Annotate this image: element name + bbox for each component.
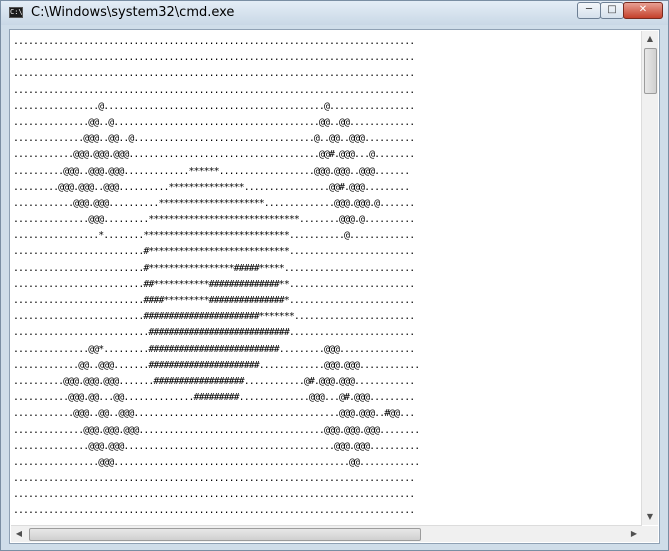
console-line: ..........@@@..@@@.@@@.............*****… [13,165,410,177]
scroll-down-icon[interactable]: ▼ [642,509,658,525]
console-line: .................*........**************… [13,230,415,242]
vertical-scrollbar[interactable]: ▲ ▼ [641,31,658,525]
close-icon: ✕ [638,4,648,15]
console-line: .........@@@.@@@..@@@..........*********… [13,181,410,193]
console-line: ..........................####*********#… [13,295,415,306]
scroll-right-icon[interactable]: ▶ [626,526,642,542]
vertical-scroll-thumb[interactable] [644,48,657,94]
console-line: ..........@@@.@@@.@@@.......############… [13,375,415,387]
console-line: ............@@@..@@..@@@................… [13,408,415,420]
console-line: ...............@@@.@@@..................… [13,440,420,452]
console-line: ..........................#*************… [13,262,415,274]
console-line: ............@@@.@@@.@@@.................… [13,149,415,161]
console-line: ........................................… [13,52,415,64]
horizontal-scrollbar[interactable]: ◀ ▶ [11,525,642,542]
scroll-left-icon[interactable]: ◀ [11,526,27,542]
minimize-button[interactable]: ─ [577,2,601,19]
console-line: ..........................##***********#… [13,278,415,290]
console-window: C:\ C:\Windows\system32\cmd.exe ─ □ ✕ ..… [0,0,669,551]
console-app-icon[interactable]: C:\ [9,7,23,18]
console-line: ..............@@@..@@..@................… [13,133,415,145]
window-title: C:\Windows\system32\cmd.exe [31,5,235,20]
console-line: .............@@..@@@.......#############… [13,359,420,371]
console-line: ........................................… [13,489,415,501]
console-line: ..........................#*************… [13,246,415,258]
console-line: ..........................##############… [13,311,415,323]
title-bar[interactable]: C:\ C:\Windows\system32\cmd.exe ─ □ ✕ [1,1,668,25]
minimize-icon: ─ [585,4,593,15]
scrollbar-corner [642,526,658,542]
maximize-icon: □ [607,4,617,15]
console-client-area[interactable]: ........................................… [9,29,660,544]
console-line: .................@@@....................… [13,456,420,468]
console-line: ...............@@@.........*************… [13,214,415,226]
console-line: ...........................#############… [13,327,415,339]
maximize-button[interactable]: □ [600,2,624,19]
console-line: .................@......................… [13,100,415,112]
console-line: ........................................… [13,68,415,80]
scroll-up-icon[interactable]: ▲ [642,31,658,47]
console-output[interactable]: ........................................… [13,34,643,520]
console-line: ........................................… [13,84,415,96]
console-line: ...............@@*.........#############… [13,343,415,355]
console-line: ...............@@..@....................… [13,116,415,128]
console-line: ........................................… [13,505,415,517]
console-line: ..............@@@.@@@.@@@...............… [13,424,420,436]
close-button[interactable]: ✕ [623,2,663,19]
console-line: ........................................… [13,473,415,485]
console-line: ...........@@@.@@...@@..............####… [13,392,415,404]
horizontal-scroll-thumb[interactable] [29,528,421,541]
console-line: ........................................… [13,36,415,47]
console-line: ............@@@.@@@..........***********… [13,197,415,209]
